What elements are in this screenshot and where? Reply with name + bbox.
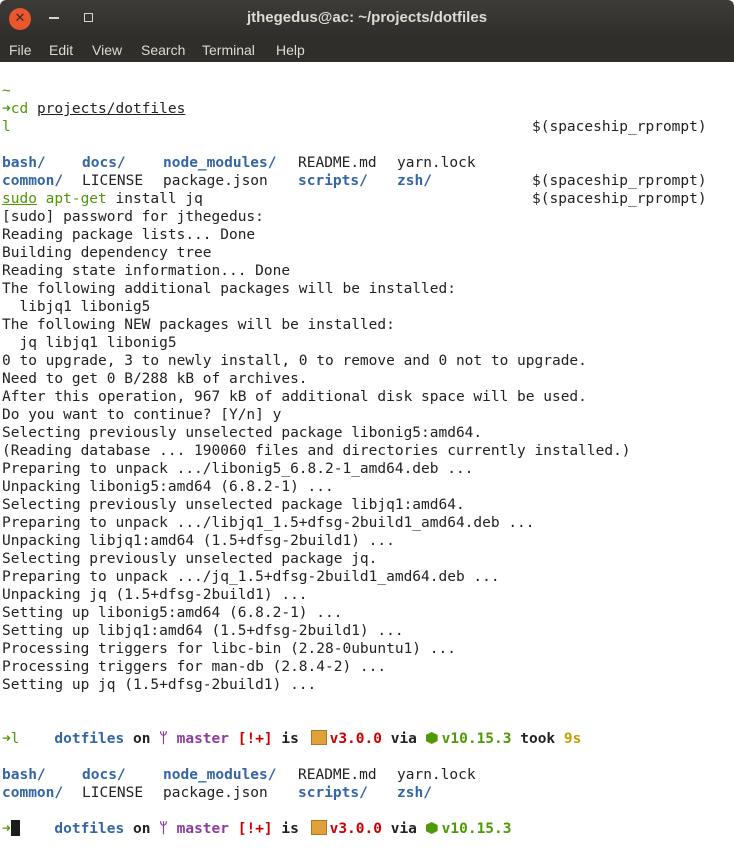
output-line: Unpacking jq (1.5+dfsg-2build1) ... [2, 587, 308, 603]
cd-command: cd [10, 101, 29, 117]
cd-path: projects/dotfiles [36, 101, 186, 117]
output-line: Unpacking libonig5:amd64 (6.8.2-1) ... [2, 479, 334, 495]
output-line: Preparing to unpack .../jq_1.5+dfsg-2bui… [2, 569, 500, 585]
menu-file[interactable]: File [9, 42, 32, 58]
input-line[interactable]: ➜ [2, 820, 20, 838]
output-line: libjq1 libonig5 [2, 299, 151, 315]
branch-icon: ᛘ [159, 731, 168, 747]
prompt-line: dotfiles on ᛘ master [!+] is v3.0.0 via … [54, 730, 582, 747]
output-line: Building dependency tree [2, 245, 212, 261]
output-line: Setting up libonig5:amd64 (6.8.2-1) ... [2, 605, 343, 621]
rprompt: $(spaceship_rprompt) [532, 119, 707, 135]
title-bar[interactable]: ✕ jthegedus@ac: ~/projects/dotfiles [0, 0, 734, 37]
window-title: jthegedus@ac: ~/projects/dotfiles [246, 9, 488, 26]
package-icon [310, 730, 327, 745]
menu-help[interactable]: Help [276, 42, 305, 58]
ls-row: common/LICENSE package.json scripts/zsh/ [2, 173, 432, 189]
ls-command-line: ➜l [2, 731, 20, 747]
output-line: Preparing to unpack .../libjq1_1.5+dfsg-… [2, 515, 535, 531]
output-line: Processing triggers for libc-bin (2.28-0… [2, 641, 456, 657]
menu-terminal[interactable]: Terminal [202, 42, 255, 58]
output-line: Selecting previously unselected package … [2, 551, 378, 567]
terminal-output[interactable]: ~ ➜cd projects/dotfiles l $(spaceship_rp… [0, 62, 734, 856]
menu-view[interactable]: View [92, 42, 122, 58]
output-line: Setting up jq (1.5+dfsg-2build1) ... [2, 677, 317, 693]
ls-row: common/LICENSE package.json scripts/zsh/ [2, 785, 432, 801]
package-icon [310, 820, 327, 835]
menu-bar: File Edit View Search Terminal Help [0, 37, 734, 62]
output-line: Do you want to continue? [Y/n] y [2, 407, 282, 423]
output-line: The following additional packages will b… [2, 281, 456, 297]
menu-search[interactable]: Search [141, 42, 185, 58]
nodejs-icon [425, 822, 438, 834]
sudo-command-line: sudo apt-get install jq [2, 191, 203, 207]
output-line: Selecting previously unselected package … [2, 497, 465, 513]
rprompt: $(spaceship_rprompt) [532, 173, 707, 189]
output-line: Unpacking libjq1:amd64 (1.5+dfsg-2build1… [2, 533, 395, 549]
output-line: Need to get 0 B/288 kB of archives. [2, 371, 308, 387]
menu-edit[interactable]: Edit [49, 42, 73, 58]
prompt-line: dotfiles on ᛘ master [!+] is v3.0.0 via … [54, 820, 512, 837]
output-line: Processing triggers for man-db (2.8.4-2)… [2, 659, 387, 675]
output-line: Reading state information... Done [2, 263, 291, 279]
nodejs-icon [425, 732, 438, 744]
output-line: After this operation, 967 kB of addition… [2, 389, 587, 405]
home-tilde: ~ [2, 83, 11, 99]
ls-command: l [2, 119, 11, 135]
terminal-window: ✕ jthegedus@ac: ~/projects/dotfiles File… [0, 0, 734, 856]
ls-row: bash/docs/node_modules/README.md yarn.loc… [2, 155, 476, 171]
rprompt: $(spaceship_rprompt) [532, 191, 707, 207]
output-line: Setting up libjq1:amd64 (1.5+dfsg-2build… [2, 623, 404, 639]
output-line: (Reading database ... 190060 files and d… [2, 443, 631, 459]
text-cursor [10, 820, 20, 836]
cd-command-line: ➜cd projects/dotfiles [2, 101, 186, 117]
output-line: The following NEW packages will be insta… [2, 317, 395, 333]
output-line: Selecting previously unselected package … [2, 425, 483, 441]
output-line: [sudo] password for jthegedus: [2, 209, 264, 225]
output-line: Reading package lists... Done [2, 227, 256, 243]
output-line: 0 to upgrade, 3 to newly install, 0 to r… [2, 353, 587, 369]
output-line: jq libjq1 libonig5 [2, 335, 177, 351]
branch-icon: ᛘ [159, 821, 168, 837]
ls-row: bash/docs/node_modules/README.md yarn.loc… [2, 767, 476, 783]
output-line: Preparing to unpack .../libonig5_6.8.2-1… [2, 461, 474, 477]
